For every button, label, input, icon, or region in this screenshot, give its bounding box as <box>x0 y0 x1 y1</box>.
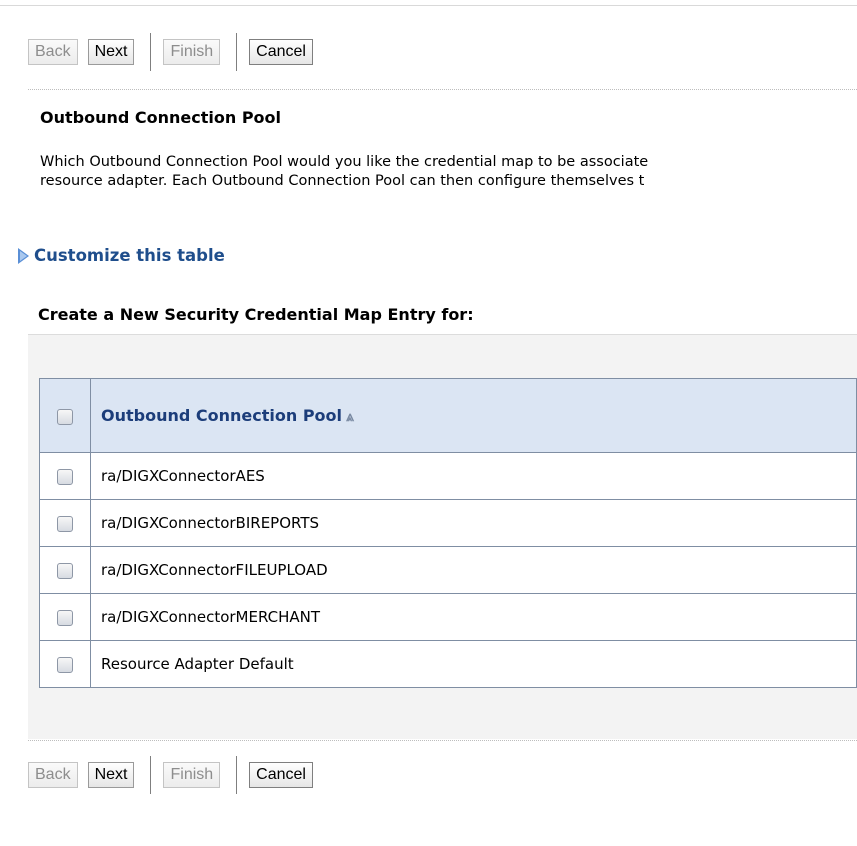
row-checkbox-cell <box>39 593 91 641</box>
row-name: ra/DIGXConnectorFILEUPLOAD <box>101 561 328 579</box>
row-name-cell: ra/DIGXConnectorMERCHANT <box>90 593 857 641</box>
customize-table-link[interactable]: Customize this table <box>18 246 225 265</box>
table-title: Create a New Security Credential Map Ent… <box>38 305 474 324</box>
select-all-cell <box>39 378 91 453</box>
bottom-button-bar: Back Next Finish Cancel <box>28 756 323 794</box>
top-button-bar: Back Next Finish Cancel <box>28 33 323 71</box>
column-header-outbound-connection-pool[interactable]: Outbound Connection Pool ⩓ <box>90 378 857 453</box>
cancel-button[interactable]: Cancel <box>249 39 313 65</box>
wizard-page: Back Next Finish Cancel Outbound Connect… <box>0 0 857 846</box>
customize-table-label: Customize this table <box>34 246 225 265</box>
row-checkbox-cell <box>39 499 91 547</box>
dotted-divider <box>28 740 857 741</box>
row-name-cell: ra/DIGXConnectorAES <box>90 452 857 500</box>
top-divider <box>0 5 857 6</box>
table-row: Resource Adapter Default <box>39 640 857 688</box>
row-checkbox[interactable] <box>57 562 73 579</box>
sort-ascending-icon[interactable]: ⩓ <box>346 409 354 425</box>
row-name: ra/DIGXConnectorBIREPORTS <box>101 514 320 532</box>
row-checkbox[interactable] <box>57 515 73 532</box>
cancel-button[interactable]: Cancel <box>249 762 313 788</box>
column-header-label: Outbound Connection Pool <box>101 406 343 425</box>
back-button[interactable]: Back <box>28 762 78 788</box>
section-description: Which Outbound Connection Pool would you… <box>40 153 857 191</box>
finish-button[interactable]: Finish <box>163 39 221 65</box>
row-name-cell: ra/DIGXConnectorBIREPORTS <box>90 499 857 547</box>
button-separator <box>236 756 238 794</box>
dotted-divider <box>28 89 857 90</box>
table-row: ra/DIGXConnectorMERCHANT <box>39 593 857 641</box>
row-checkbox-cell <box>39 640 91 688</box>
back-button[interactable]: Back <box>28 39 78 65</box>
next-button[interactable]: Next <box>87 762 135 788</box>
row-checkbox[interactable] <box>57 609 73 626</box>
description-line: Which Outbound Connection Pool would you… <box>40 154 649 170</box>
expand-triangle-icon <box>18 247 29 264</box>
row-checkbox-cell <box>39 452 91 500</box>
button-separator <box>150 33 152 71</box>
row-name: ra/DIGXConnectorAES <box>101 467 265 485</box>
next-button[interactable]: Next <box>87 39 135 65</box>
finish-button[interactable]: Finish <box>163 762 221 788</box>
row-checkbox[interactable] <box>57 656 73 673</box>
button-separator <box>236 33 238 71</box>
table-row: ra/DIGXConnectorBIREPORTS <box>39 499 857 547</box>
table-header-row: Outbound Connection Pool ⩓ <box>39 378 857 453</box>
row-name: ra/DIGXConnectorMERCHANT <box>101 608 321 626</box>
row-name: Resource Adapter Default <box>101 655 294 673</box>
button-separator <box>150 756 152 794</box>
row-name-cell: Resource Adapter Default <box>90 640 857 688</box>
connection-pool-table: Outbound Connection Pool ⩓ ra/DIGXConnect… <box>39 378 857 688</box>
section-title: Outbound Connection Pool <box>40 108 282 127</box>
description-line: resource adapter. Each Outbound Connecti… <box>40 173 645 189</box>
table-row: ra/DIGXConnectorAES <box>39 452 857 500</box>
row-checkbox-cell <box>39 546 91 594</box>
select-all-checkbox[interactable] <box>57 408 73 425</box>
table-row: ra/DIGXConnectorFILEUPLOAD <box>39 546 857 594</box>
row-checkbox[interactable] <box>57 468 73 485</box>
row-name-cell: ra/DIGXConnectorFILEUPLOAD <box>90 546 857 594</box>
